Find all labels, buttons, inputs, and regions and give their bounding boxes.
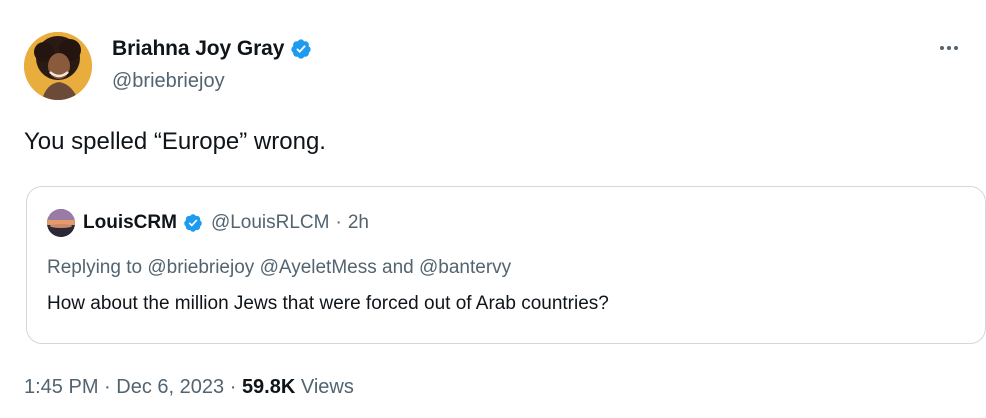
tweet-time[interactable]: 1:45 PM (24, 376, 98, 398)
tweet: Briahna Joy Gray @briebriejoy You spelle… (0, 0, 986, 418)
tweet-text: You spelled “Europe” wrong. (24, 128, 326, 155)
meta-separator: · (104, 376, 111, 398)
meta-separator: · (229, 376, 237, 398)
more-dot (940, 46, 944, 50)
reply-mention: @bantervy (419, 257, 512, 278)
quoted-author-name: LouisCRM (83, 212, 177, 233)
verified-badge-icon (183, 213, 203, 233)
tweet-meta: 1:45 PM · Dec 6, 2023 · 59.8K Views (24, 376, 354, 399)
quoted-tweet[interactable]: LouisCRM @LouisRLCM · 2h Replying to @br… (26, 186, 986, 344)
quoted-tweet-header: LouisCRM @LouisRLCM · 2h (47, 209, 369, 237)
author-handle[interactable]: @briebriejoy (112, 70, 312, 93)
quoted-timestamp: 2h (347, 212, 369, 233)
replying-prefix: Replying to (47, 257, 143, 278)
reply-mention: @briebriejoy (147, 257, 255, 278)
more-dot (947, 46, 951, 50)
verified-badge-icon[interactable] (290, 38, 312, 60)
author-avatar[interactable] (24, 32, 92, 100)
reply-and: and (382, 257, 414, 278)
tweet-date[interactable]: Dec 6, 2023 (116, 376, 224, 398)
more-options-icon[interactable] (934, 38, 964, 58)
quoted-author-handle: @LouisRLCM (210, 212, 330, 233)
author-info: Briahna Joy Gray @briebriejoy (112, 36, 312, 93)
quoted-tweet-text: How about the million Jews that were for… (47, 293, 609, 314)
reply-mention: @AyeletMess (259, 257, 377, 278)
replying-to: Replying to @briebriejoy @AyeletMess and… (47, 257, 511, 279)
author-display-name[interactable]: Briahna Joy Gray (112, 37, 284, 61)
more-dot (954, 46, 958, 50)
author-name-row: Briahna Joy Gray (112, 36, 312, 62)
views-label: Views (300, 376, 354, 398)
quoted-author-avatar (47, 209, 75, 237)
views-count[interactable]: 59.8K (242, 376, 295, 398)
quoted-separator: · (335, 212, 342, 233)
